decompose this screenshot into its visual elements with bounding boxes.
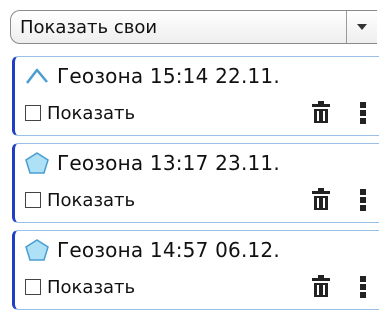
filter-select-value: Показать свои xyxy=(20,16,158,38)
geozone-list: Геозона 15:14 22.11. Показать Геозона 13… xyxy=(12,56,379,317)
trash-icon[interactable] xyxy=(312,101,330,123)
chevron-down-icon[interactable] xyxy=(346,11,377,43)
geozone-title[interactable]: Геозона 13:17 23.11. xyxy=(57,151,280,175)
polygon-icon xyxy=(25,152,49,174)
geozone-title[interactable]: Геозона 15:14 22.11. xyxy=(57,64,280,88)
more-options-icon[interactable] xyxy=(360,189,366,211)
geozone-title[interactable]: Геозона 14:57 06.12. xyxy=(57,238,280,262)
geozone-controls: Показать xyxy=(25,186,379,214)
filter-select[interactable]: Показать свои xyxy=(10,10,377,44)
geozone-controls: Показать xyxy=(25,273,379,301)
geozone-title-row: Геозона 14:57 06.12. xyxy=(25,235,280,265)
show-label: Показать xyxy=(47,189,136,211)
geozone-title-row: Геозона 15:14 22.11. xyxy=(25,61,280,91)
polygon-icon xyxy=(25,239,49,261)
trash-icon[interactable] xyxy=(312,275,330,297)
geozone-title-row: Геозона 13:17 23.11. xyxy=(25,148,280,178)
trash-icon[interactable] xyxy=(312,188,330,210)
show-label: Показать xyxy=(47,276,136,298)
show-checkbox[interactable] xyxy=(25,192,41,208)
show-checkbox[interactable] xyxy=(25,279,41,295)
more-options-icon[interactable] xyxy=(360,276,366,298)
more-options-icon[interactable] xyxy=(360,102,366,124)
show-checkbox[interactable] xyxy=(25,105,41,121)
geozone-card[interactable]: Геозона 15:14 22.11. Показать xyxy=(12,56,379,136)
geozone-card[interactable]: Геозона 14:57 06.12. Показать xyxy=(12,230,379,310)
geozone-controls: Показать xyxy=(25,99,379,127)
geozone-card[interactable]: Геозона 13:17 23.11. Показать xyxy=(12,143,379,223)
polyline-icon xyxy=(26,68,48,84)
show-label: Показать xyxy=(47,102,136,124)
